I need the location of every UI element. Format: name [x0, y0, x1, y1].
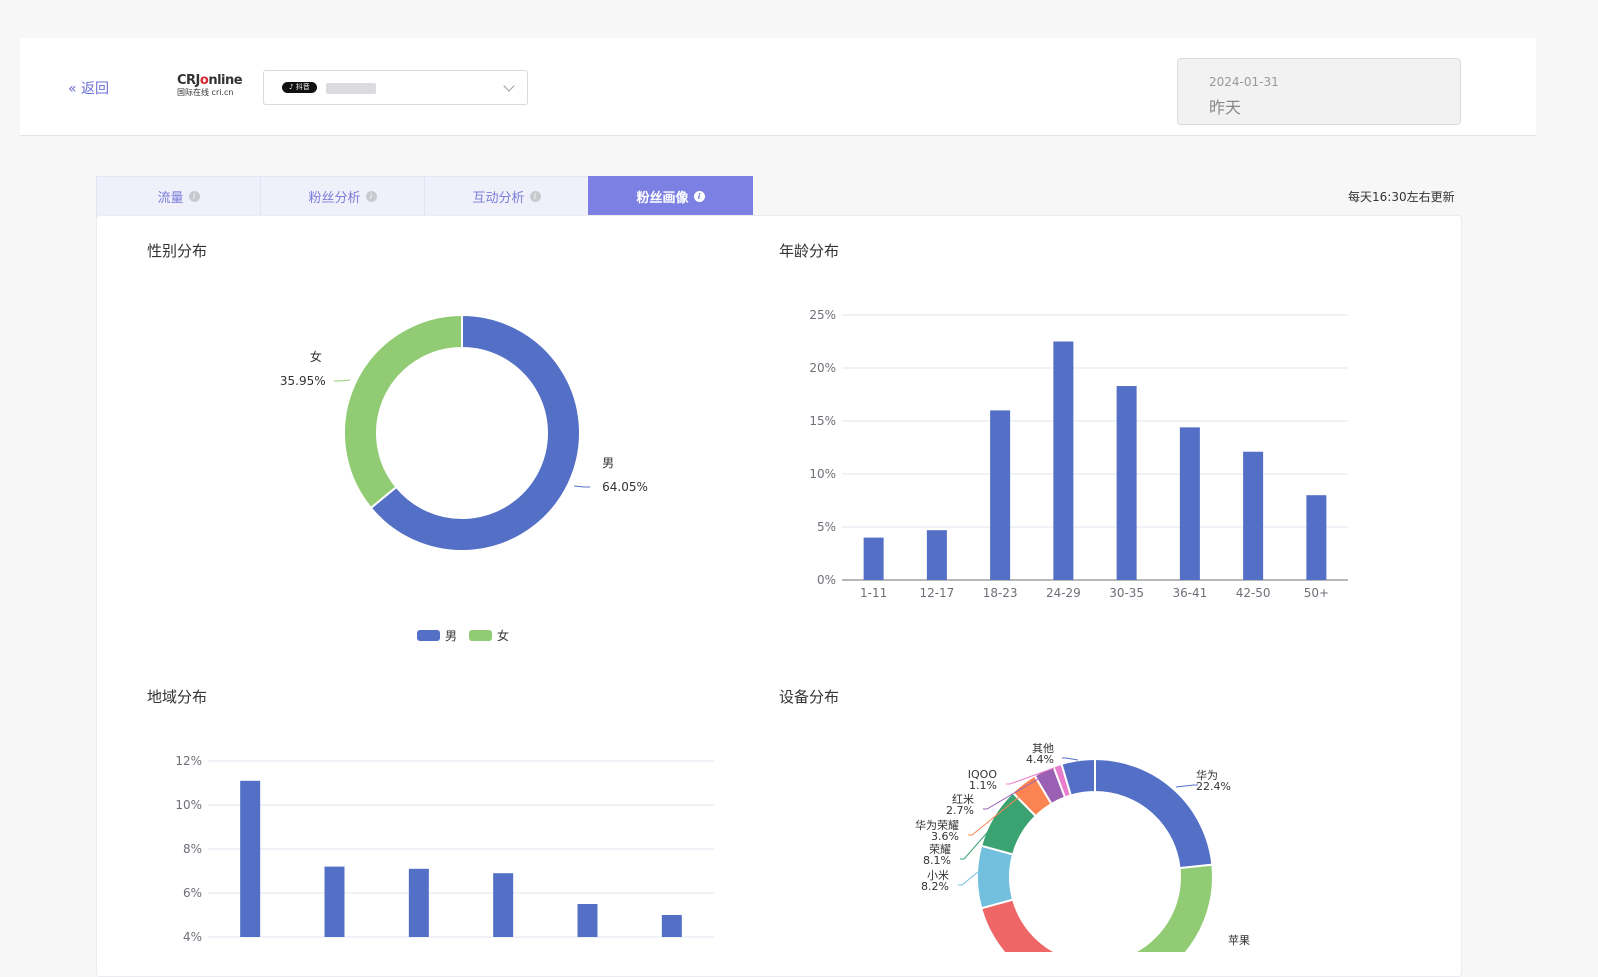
age-ytick-label: 0% [817, 573, 836, 587]
device-label-line [1062, 757, 1079, 761]
age-xtick-label: 36-41 [1172, 586, 1207, 600]
age-ytick-label: 25% [809, 308, 836, 322]
gender-label-line [333, 379, 350, 382]
age-xtick-label: 42-50 [1236, 586, 1271, 600]
region-bar [324, 866, 345, 937]
gender-label-value: 64.05% [602, 480, 648, 494]
device-slice [1094, 757, 1214, 870]
device-label-value: 8.2% [921, 880, 949, 893]
legend-label: 男 [445, 629, 457, 643]
device-label-line [1175, 784, 1198, 788]
region-ytick-label: 12% [175, 754, 202, 768]
region-bar [661, 915, 682, 937]
device-label-line [958, 871, 979, 886]
legend-label: 女 [497, 628, 509, 643]
device-label-name: 苹果 [1228, 933, 1250, 947]
age-xtick-label: 24-29 [1046, 586, 1081, 600]
gender-label-value: 35.95% [280, 374, 326, 388]
region-ytick-label: 8% [183, 842, 202, 856]
age-ytick-label: 10% [809, 467, 836, 481]
device-label-value: 8.1% [923, 854, 951, 867]
region-bar [240, 780, 261, 937]
device-slice [979, 898, 1058, 952]
legend-swatch [417, 630, 440, 641]
gender-label-name: 男 [602, 456, 614, 470]
region-ytick-label: 10% [175, 798, 202, 812]
age-bar [1053, 341, 1074, 580]
age-ytick-label: 5% [817, 520, 836, 534]
age-bar [926, 530, 947, 580]
device-label-value: 4.4% [1026, 753, 1054, 766]
device-label-value: 1.1% [969, 779, 997, 792]
region-bar [408, 868, 429, 937]
device-label-value: 22.4% [1196, 780, 1231, 793]
gender-slice [343, 313, 463, 510]
gender-label-name: 女 [310, 349, 322, 364]
age-bar [1179, 427, 1200, 580]
age-bar [990, 410, 1011, 580]
device-slice [1132, 863, 1214, 952]
age-xtick-label: 30-35 [1109, 586, 1144, 600]
region-bar [493, 873, 514, 937]
charts-layer: 男64.05%女35.95%男 女0%5%10%15%20%25%1-11 12-1… [175, 308, 1348, 952]
age-bar [1306, 495, 1327, 580]
device-slice [976, 844, 1015, 910]
age-xtick-label: 1-11 [860, 586, 887, 600]
age-xtick-label: 18-23 [983, 586, 1018, 600]
region-ytick-label: 4% [183, 930, 202, 944]
age-bar [863, 537, 884, 580]
device-label-value: 2.7% [946, 804, 974, 817]
gender-label-line [574, 485, 591, 488]
age-xtick-label: 50+ [1304, 586, 1329, 600]
age-ytick-label: 20% [809, 361, 836, 375]
device-label-value: 3.6% [931, 830, 959, 843]
legend-swatch [469, 630, 492, 641]
age-xtick-label: 12-17 [919, 586, 954, 600]
age-bar [1243, 451, 1264, 580]
region-ytick-label: 6% [183, 886, 202, 900]
age-ytick-label: 15% [809, 414, 836, 428]
region-bar [577, 904, 598, 937]
age-bar [1116, 386, 1137, 580]
